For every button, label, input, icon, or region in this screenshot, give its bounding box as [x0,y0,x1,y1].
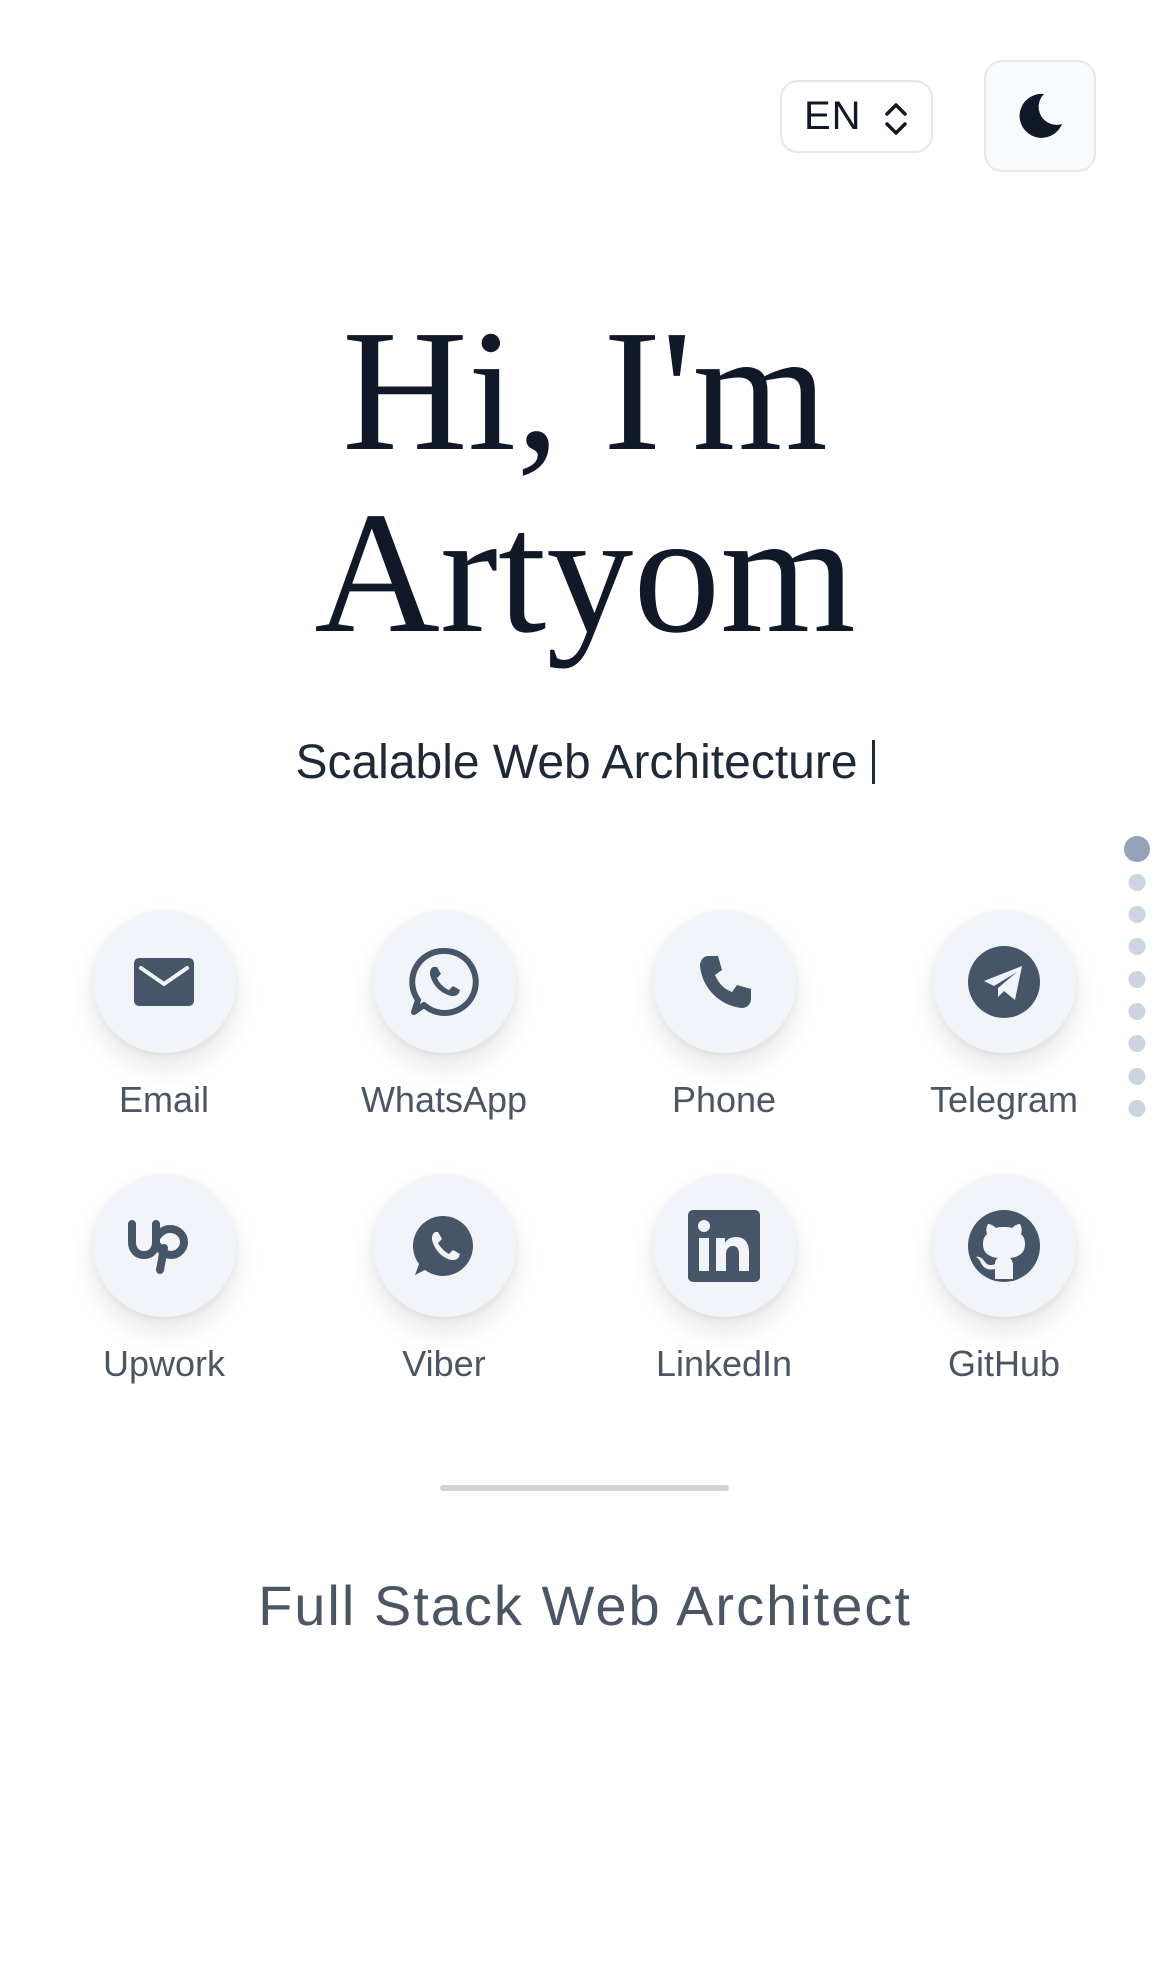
hero-name: Artyom [314,476,856,669]
viber-icon [412,1215,473,1276]
section-dot-6[interactable] [1128,1003,1146,1020]
typing-text: Scalable Web Architecture [295,736,858,789]
contact-github[interactable]: GitHub [904,1174,1104,1385]
section-dot-4[interactable] [1128,938,1146,955]
contact-viber-circle [372,1174,516,1317]
page: EN Hi, I'm Artyom Scalable Web Architect… [0,0,1170,1963]
contact-viber-label: Viber [402,1343,486,1384]
github-icon [968,1209,1040,1282]
contact-phone-label: Phone [671,1079,777,1120]
contact-email-circle [92,910,236,1053]
section-dot-9[interactable] [1128,1100,1146,1117]
contact-whatsapp[interactable]: WhatsApp [344,910,544,1121]
contact-telegram-label: Telegram [929,1079,1079,1120]
hero-title: Hi, I'm Artyom [0,300,1170,664]
divider [440,1485,729,1491]
contact-telegram[interactable]: Telegram [904,910,1104,1121]
typing-subtitle: Scalable Web Architecture [0,735,1170,790]
contact-upwork-circle [92,1174,236,1317]
language-select[interactable]: EN [780,80,933,153]
upwork-icon [128,1219,189,1274]
section-dot-8[interactable] [1128,1068,1146,1085]
contact-whatsapp-circle [372,910,516,1053]
contact-upwork[interactable]: Upwork [64,1174,264,1385]
contact-phone[interactable]: Phone [624,910,824,1121]
mail-icon [134,957,194,1006]
contact-linkedin-circle [652,1174,796,1317]
contact-telegram-circle [932,910,1076,1053]
phone-icon [700,955,751,1008]
section-dot-7[interactable] [1128,1035,1146,1052]
section-dot-1[interactable] [1124,836,1150,862]
moon-icon [1019,93,1062,138]
language-value: EN [804,94,862,138]
whatsapp-icon [409,947,479,1016]
telegram-icon [968,945,1040,1018]
contact-linkedin-label: LinkedIn [655,1343,793,1384]
theme-toggle-button[interactable] [984,60,1096,172]
contact-email[interactable]: Email [64,910,264,1121]
contact-phone-circle [652,910,796,1053]
section-dot-3[interactable] [1128,906,1146,923]
linkedin-icon [688,1209,760,1282]
contact-upwork-label: Upwork [102,1343,226,1384]
contact-github-circle [932,1174,1076,1317]
contact-linkedin[interactable]: LinkedIn [624,1174,824,1385]
contact-viber[interactable]: Viber [344,1174,544,1385]
hero-greeting: Hi, I'm [342,294,828,487]
role-title: Full Stack Web Architect [258,1574,912,1637]
section-dot-5[interactable] [1128,971,1146,988]
section-dot-2[interactable] [1128,874,1146,891]
contact-github-label: GitHub [947,1343,1061,1384]
contact-whatsapp-label: WhatsApp [360,1079,528,1120]
typing-cursor [871,740,875,784]
chevron-up-down-icon [885,103,907,135]
contact-email-label: Email [118,1079,210,1120]
